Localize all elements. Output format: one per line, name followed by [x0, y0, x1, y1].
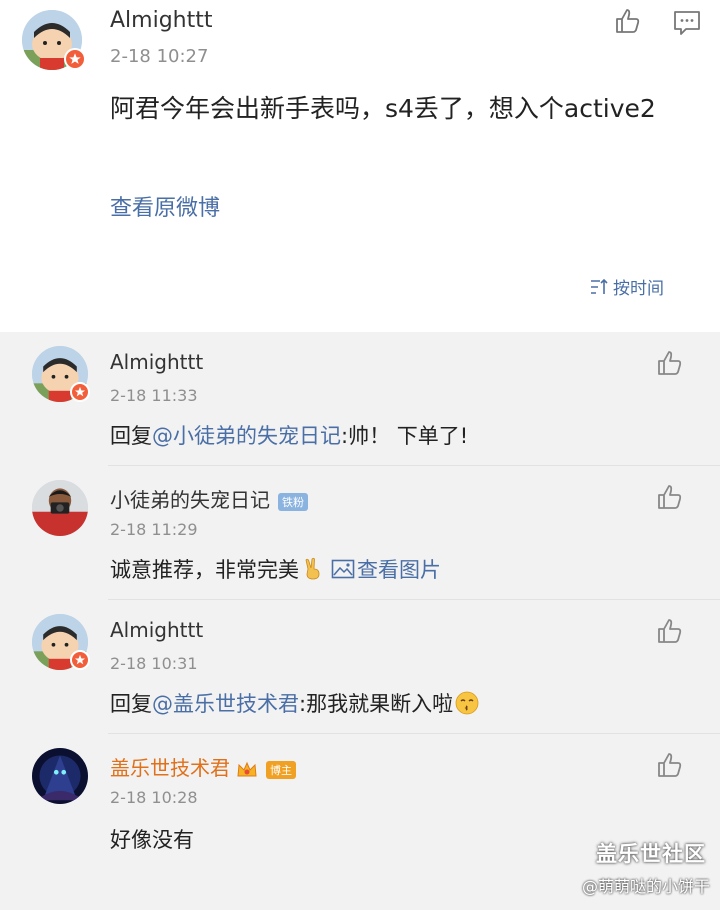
comment-icon[interactable]	[672, 8, 702, 38]
watermark-title: 盖乐世社区	[596, 842, 706, 866]
comment-text: 诚意推荐，非常完美 查看图片	[110, 554, 441, 584]
comment-username[interactable]: Almighttt	[110, 618, 203, 642]
like-icon[interactable]	[656, 616, 686, 646]
watermark-subtitle: @萌萌哒的小饼干	[581, 877, 710, 896]
avatar-image	[32, 480, 88, 536]
comment-content: :帅！ 下单了!	[341, 424, 469, 448]
fan-tag: 铁粉	[278, 492, 308, 511]
post-text: 阿君今年会出新手表吗，s4丢了，想入个active2	[110, 94, 656, 123]
verified-badge	[70, 650, 90, 670]
comment-username: 盖乐世技术君 博主	[110, 752, 296, 781]
post-username[interactable]: Almighttt	[110, 8, 213, 33]
verified-badge	[70, 382, 90, 402]
comment-item: 小徒弟的失宠日记 铁粉 2-18 11:29 诚意推荐，非常完美 查看图片	[0, 466, 720, 600]
like-icon[interactable]	[656, 482, 686, 512]
main-post: Almighttt 2-18 10:27 阿君今年会出新手表吗，s4丢了，想入个…	[0, 0, 720, 332]
comment-username-text[interactable]: 小徒弟的失宠日记	[110, 488, 270, 512]
comment-text: 好像没有	[110, 824, 194, 854]
like-icon[interactable]	[656, 348, 686, 378]
verified-badge	[64, 48, 86, 70]
view-original-link[interactable]: 查看原微博	[110, 190, 220, 222]
like-icon[interactable]	[614, 6, 644, 36]
comment-item: Almighttt 2-18 10:31 回复 @盖乐世技术君 :那我就果断入啦	[0, 600, 720, 734]
crown-icon	[236, 760, 258, 780]
picture-icon	[331, 559, 355, 579]
comment-content: 诚意推荐，非常完美	[110, 558, 299, 582]
mention-link[interactable]: @小徒弟的失宠日记	[152, 420, 341, 450]
sort-icon	[591, 278, 608, 294]
comment-content: :那我就果断入啦	[299, 692, 454, 716]
sort-toggle[interactable]: 按时间	[589, 274, 664, 299]
sort-label: 按时间	[613, 279, 664, 299]
comment-time: 2-18 11:29	[110, 520, 198, 539]
mention-link[interactable]: @盖乐世技术君	[152, 688, 299, 718]
avatar[interactable]	[32, 748, 88, 804]
reply-prefix: 回复	[110, 692, 152, 716]
reply-prefix: 回复	[110, 424, 152, 448]
comment-username: 小徒弟的失宠日记 铁粉	[110, 484, 308, 513]
like-icon[interactable]	[656, 750, 686, 780]
comment-username-text[interactable]: 盖乐世技术君	[110, 756, 230, 780]
comment-text: 回复 @盖乐世技术君 :那我就果断入啦	[110, 688, 479, 718]
avatar-image	[32, 748, 88, 804]
comment-content: 好像没有	[110, 828, 194, 852]
comment-text: 回复 @小徒弟的失宠日记 :帅！ 下单了!	[110, 420, 468, 450]
comment-time: 2-18 10:31	[110, 654, 198, 673]
view-picture-link[interactable]: 查看图片	[331, 554, 441, 584]
comment-username[interactable]: Almighttt	[110, 350, 203, 374]
comment-time: 2-18 11:33	[110, 386, 198, 405]
avatar[interactable]	[32, 480, 88, 536]
post-time: 2-18 10:27	[110, 46, 209, 67]
comment-time: 2-18 10:28	[110, 788, 198, 807]
victory-hand-icon	[301, 557, 325, 581]
comment-list: Almighttt 2-18 11:33 回复 @小徒弟的失宠日记 :帅！ 下单…	[0, 332, 720, 910]
kissing-face-icon	[455, 691, 479, 715]
view-picture-label: 查看图片	[357, 558, 441, 582]
comment-item: Almighttt 2-18 11:33 回复 @小徒弟的失宠日记 :帅！ 下单…	[0, 332, 720, 466]
host-tag: 博主	[266, 760, 296, 779]
